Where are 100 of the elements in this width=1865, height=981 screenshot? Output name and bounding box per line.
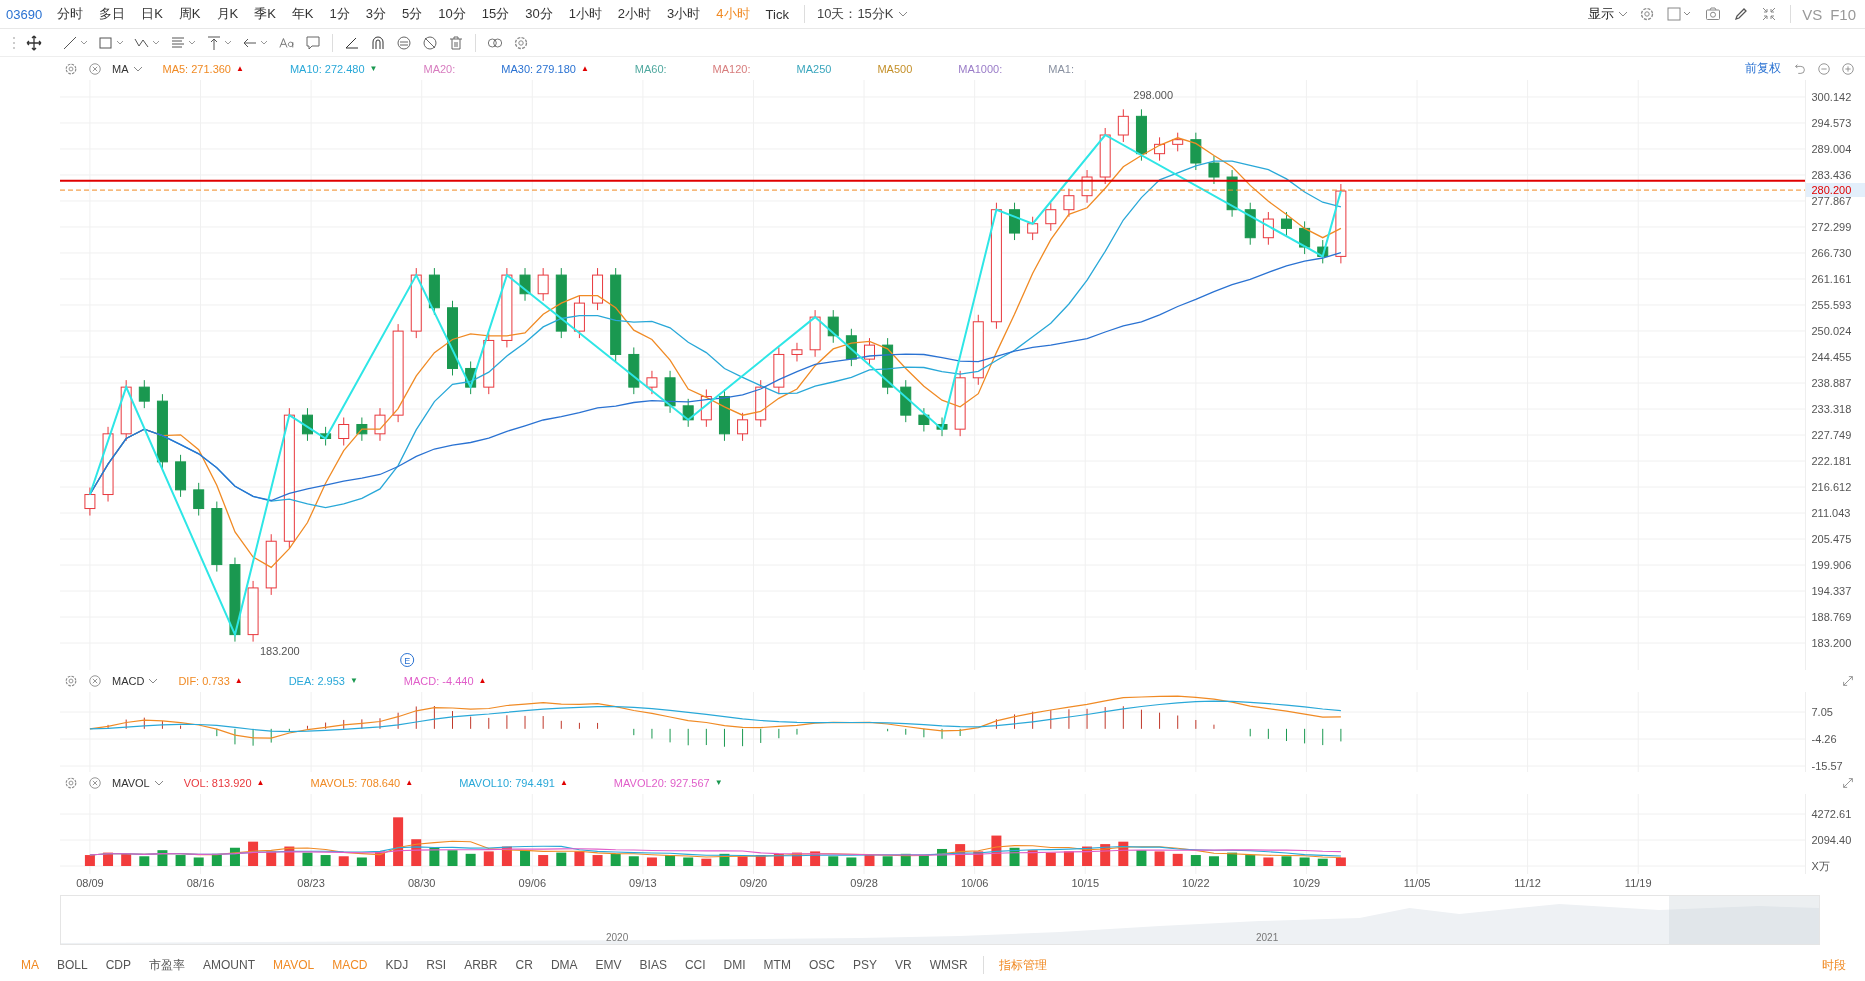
comment-icon[interactable] xyxy=(305,34,321,51)
date-label: 11/19 xyxy=(1623,877,1653,889)
settings-icon[interactable] xyxy=(64,776,78,790)
trend-marker: ▼ xyxy=(714,778,723,788)
price-tick: 227.749 xyxy=(1811,428,1852,442)
macd-value: DIF: 0.733 xyxy=(178,675,230,687)
price-tick: 261.161 xyxy=(1811,272,1852,286)
trend-marker: ▼ xyxy=(349,676,358,686)
range-dropdown[interactable]: 10天：15分K xyxy=(812,3,912,25)
indicator-tab[interactable]: CCI xyxy=(675,956,715,974)
zoom-in-icon[interactable] xyxy=(1841,61,1855,76)
indicator-tab[interactable]: KDJ xyxy=(376,956,418,974)
indicator-tab[interactable]: CDP xyxy=(96,956,141,974)
period-tab[interactable]: Tick xyxy=(758,4,796,24)
price-tick: 272.299 xyxy=(1811,220,1852,234)
drag-handle-icon[interactable] xyxy=(12,34,16,51)
price-tick: 266.730 xyxy=(1811,246,1852,260)
hide-icon[interactable] xyxy=(422,34,438,51)
price-tick: 222.181 xyxy=(1811,454,1852,468)
date-label: 10/29 xyxy=(1291,877,1322,889)
caret-icon xyxy=(897,11,908,17)
indicator-tab[interactable]: VR xyxy=(885,956,921,974)
indicator-tab[interactable]: DMA xyxy=(541,956,587,974)
date-label: 09/28 xyxy=(849,877,879,889)
year-label: 2020 xyxy=(606,932,629,943)
stock-code: 03690 xyxy=(6,6,43,22)
indicator-tab[interactable]: PSY xyxy=(843,956,886,974)
period-tab[interactable]: 15分 xyxy=(474,3,517,25)
indicator-tab[interactable]: CR xyxy=(506,956,542,974)
indicator-tab[interactable]: DMI xyxy=(714,956,755,974)
rectangle-tool-icon[interactable] xyxy=(98,34,126,51)
zoom-out-icon[interactable] xyxy=(1817,61,1831,76)
close-icon[interactable] xyxy=(88,776,102,790)
period-tab[interactable]: 1小时 xyxy=(561,3,609,25)
magnet-icon[interactable] xyxy=(370,34,386,51)
ma-value: MA250 xyxy=(796,62,832,75)
vertical-tool-icon[interactable] xyxy=(206,34,234,51)
period-tab[interactable]: 分时 xyxy=(50,3,91,25)
sync-icon[interactable] xyxy=(396,34,412,51)
trend-marker: ▲ xyxy=(559,778,568,788)
trash-icon[interactable] xyxy=(448,34,464,51)
trend-marker: ▲ xyxy=(236,63,244,74)
indicator-tab[interactable]: WMSR xyxy=(920,956,977,974)
caret-icon xyxy=(153,780,164,786)
adjust-link[interactable]: 前复权 xyxy=(1745,60,1781,77)
period-tab[interactable]: 10分 xyxy=(431,3,473,25)
indicator-tab[interactable]: AMOUNT xyxy=(194,956,265,974)
period-tab[interactable]: 1分 xyxy=(322,3,357,25)
settings-icon[interactable] xyxy=(64,61,78,76)
camera-icon[interactable] xyxy=(1705,6,1722,22)
macd-tick: -4.26 xyxy=(1811,732,1837,746)
indicator-tab[interactable]: ARBR xyxy=(455,956,507,974)
period-tab[interactable]: 月K xyxy=(209,3,246,25)
volume-tick: 2094.40 xyxy=(1811,833,1852,847)
price-extreme-label: 298.000 xyxy=(1132,89,1173,101)
period-tab[interactable]: 多日 xyxy=(92,3,133,25)
price-tick: 205.475 xyxy=(1811,532,1852,546)
period-tab[interactable]: 2小时 xyxy=(610,3,659,25)
indicator-tab[interactable]: EMV xyxy=(586,956,631,974)
close-icon[interactable] xyxy=(88,61,102,76)
period-tab[interactable]: 5分 xyxy=(395,3,430,25)
indicator-dropdown[interactable]: MACD xyxy=(108,673,163,689)
period-tab[interactable]: 周K xyxy=(171,3,208,25)
date-label: 10/15 xyxy=(1070,877,1100,889)
settings-icon[interactable] xyxy=(64,674,78,688)
period-tab[interactable]: 3分 xyxy=(358,3,393,25)
date-label: 08/23 xyxy=(296,877,326,889)
close-icon[interactable] xyxy=(88,674,102,688)
indicator-tab[interactable]: OSC xyxy=(799,956,844,974)
fibonacci-tool-icon[interactable] xyxy=(170,34,198,51)
period-tab[interactable]: 年K xyxy=(284,3,321,25)
period-tab[interactable]: 日K xyxy=(134,3,170,25)
line-tool-icon[interactable] xyxy=(62,34,90,51)
volume-tick: X万 xyxy=(1811,859,1830,873)
period-tab[interactable]: 3小时 xyxy=(660,3,708,25)
indicator-dropdown[interactable]: MAVOL xyxy=(108,775,168,791)
settings-icon[interactable] xyxy=(513,34,529,51)
caret-icon xyxy=(148,678,159,684)
ma-value: MA20: xyxy=(423,62,456,75)
indicator-tab[interactable]: BOLL xyxy=(48,956,97,974)
indicator-tab[interactable]: 市盈率 xyxy=(140,954,195,976)
indicator-tab[interactable]: MTM xyxy=(754,956,800,974)
macd-value: MACD: -4.440 xyxy=(403,675,474,687)
caret-icon xyxy=(1618,11,1629,17)
date-label: 10/22 xyxy=(1181,877,1211,889)
indicator-dropdown[interactable]: MA xyxy=(108,60,147,77)
display-dropdown[interactable]: 显示 xyxy=(1584,3,1633,25)
year-label: 2021 xyxy=(1256,932,1279,943)
time-navigator[interactable]: 2020 2021 xyxy=(60,895,1820,945)
settings-icon[interactable] xyxy=(1639,6,1656,22)
expand-icon[interactable] xyxy=(1841,776,1855,790)
indicator-tab[interactable]: BIAS xyxy=(630,956,676,974)
collapse-icon[interactable] xyxy=(1761,6,1778,22)
expand-icon[interactable] xyxy=(1841,674,1855,688)
indicator-tab[interactable]: RSI xyxy=(417,956,456,974)
event-marker[interactable]: E xyxy=(399,653,414,667)
ma-value: MA1: xyxy=(1048,62,1074,75)
period-tab[interactable]: 30分 xyxy=(518,3,560,25)
period-tab[interactable]: 季K xyxy=(247,3,283,25)
price-tick: 244.455 xyxy=(1811,350,1852,364)
